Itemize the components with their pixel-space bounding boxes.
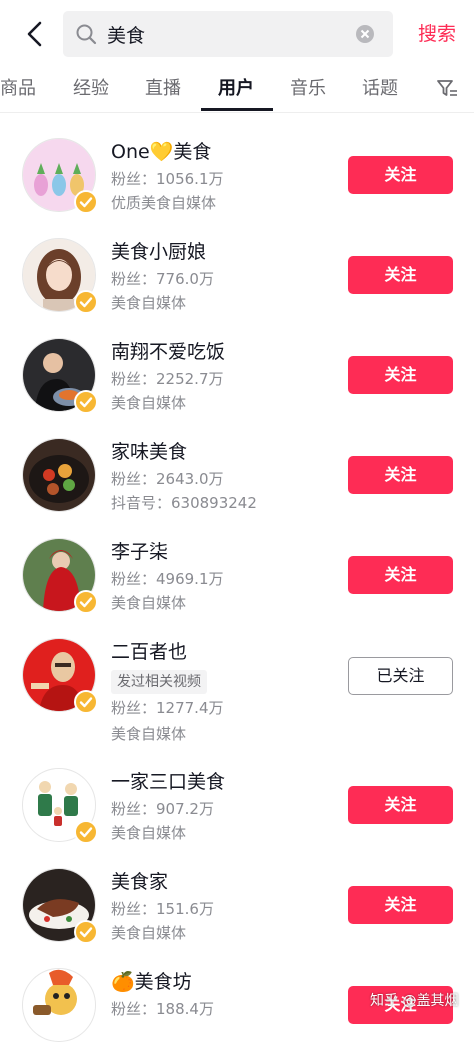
follow-button[interactable]: 关注 (348, 256, 453, 294)
follow-button[interactable]: 关注 (348, 786, 453, 824)
follower-count: 粉丝：4969.1万 (111, 570, 224, 588)
verified-badge-icon (74, 920, 98, 944)
user-description: 美食自媒体 (111, 725, 187, 743)
user-description: 美食自媒体 (111, 294, 187, 312)
category-tabs: 商品 经验 直播 用户 音乐 话题 (0, 66, 474, 113)
verified-badge-icon (74, 690, 98, 714)
follow-button[interactable]: 关注 (348, 886, 453, 924)
search-button[interactable]: 搜索 (406, 20, 468, 48)
follow-button[interactable]: 关注 (348, 356, 453, 394)
user-description: 美食自媒体 (111, 594, 187, 612)
follow-button[interactable]: 关注 (348, 556, 453, 594)
following-button[interactable]: 已关注 (348, 657, 453, 695)
verified-badge-icon (74, 390, 98, 414)
user-name[interactable]: 南翔不爱吃饭 (111, 339, 225, 365)
clear-icon[interactable] (355, 24, 375, 44)
user-name[interactable]: 美食小厨娘 (111, 239, 206, 265)
tab-music[interactable]: 音乐 (290, 76, 326, 102)
watermark: 知乎 @盖其烟 (370, 993, 459, 1009)
tab-live[interactable]: 直播 (145, 76, 181, 102)
search-input[interactable] (107, 19, 337, 49)
follower-count: 粉丝：1056.1万 (111, 170, 224, 188)
follower-count: 粉丝：907.2万 (111, 800, 214, 818)
user-name[interactable]: One💛美食 (111, 139, 211, 165)
user-avatar[interactable] (22, 238, 98, 314)
follower-count: 粉丝：2643.0万 (111, 470, 224, 488)
active-tab-indicator (201, 108, 273, 111)
search-box[interactable] (63, 11, 393, 57)
follower-count: 粉丝：776.0万 (111, 270, 214, 288)
dish-icon (23, 439, 95, 511)
verified-badge-icon (74, 820, 98, 844)
user-description: 美食自媒体 (111, 824, 187, 842)
verified-badge-icon (74, 190, 98, 214)
tab-products[interactable]: 商品 (0, 76, 36, 102)
back-arrow-icon[interactable] (22, 20, 48, 48)
user-avatar[interactable] (22, 968, 96, 1042)
filter-icon[interactable] (436, 79, 458, 99)
user-avatar[interactable] (22, 768, 98, 844)
user-avatar[interactable] (22, 538, 98, 614)
user-description: 抖音号：630893242 (111, 494, 257, 512)
follow-button[interactable]: 关注 (348, 456, 453, 494)
verified-badge-icon (74, 590, 98, 614)
user-name[interactable]: 🍊美食坊 (111, 969, 192, 995)
user-avatar[interactable] (22, 868, 98, 944)
user-avatar[interactable] (22, 438, 96, 512)
user-name[interactable]: 美食家 (111, 869, 168, 895)
follower-count: 粉丝：2252.7万 (111, 370, 224, 388)
user-avatar[interactable] (22, 338, 98, 414)
user-name[interactable]: 李子柒 (111, 539, 168, 565)
user-name[interactable]: 一家三口美食 (111, 769, 225, 795)
cartoon-chef-icon (23, 969, 95, 1041)
follower-count: 粉丝：151.6万 (111, 900, 214, 918)
search-icon (76, 24, 97, 45)
user-description: 美食自媒体 (111, 394, 187, 412)
follower-count: 粉丝：1277.4万 (111, 699, 224, 717)
user-name[interactable]: 二百者也 (111, 639, 187, 665)
user-description: 美食自媒体 (111, 924, 187, 942)
top-bar: 搜索 (0, 0, 474, 66)
user-avatar[interactable] (22, 638, 98, 714)
tab-experience[interactable]: 经验 (73, 76, 109, 102)
verified-badge-icon (74, 290, 98, 314)
related-video-tag: 发过相关视频 (111, 670, 207, 694)
user-name[interactable]: 家味美食 (111, 439, 187, 465)
user-avatar[interactable] (22, 138, 98, 214)
follow-button[interactable]: 关注 (348, 156, 453, 194)
tab-topics[interactable]: 话题 (362, 76, 398, 102)
tab-users[interactable]: 用户 (218, 76, 254, 102)
user-description: 优质美食自媒体 (111, 194, 217, 212)
follower-count: 粉丝：188.4万 (111, 1000, 214, 1018)
